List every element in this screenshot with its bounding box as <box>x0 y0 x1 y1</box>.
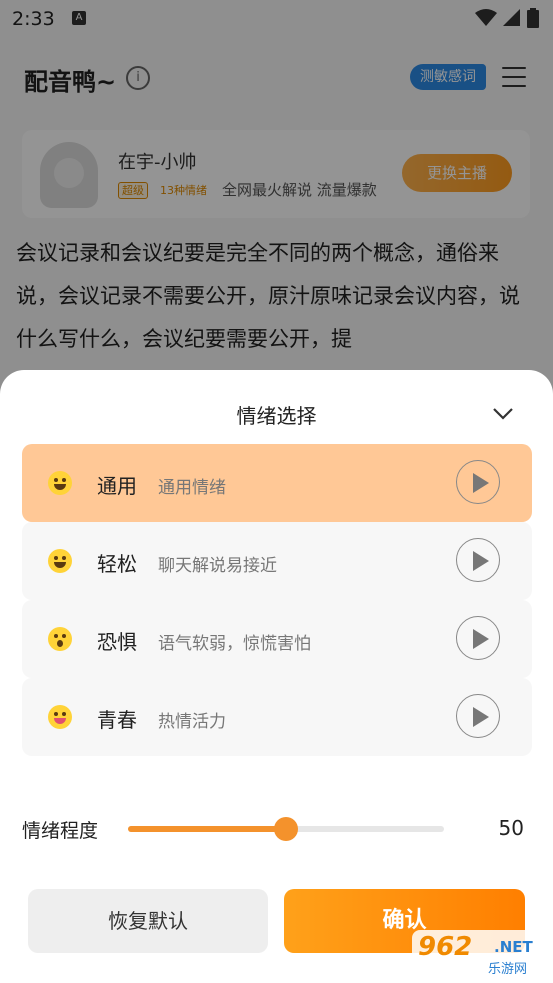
emotion-name: 轻松 <box>97 552 137 576</box>
watermark-sub: 乐游网 <box>488 962 528 977</box>
wink-tongue-face-icon <box>48 705 72 729</box>
emotion-name: 通用 <box>97 474 137 498</box>
emotion-item-youth[interactable]: 青春 热情活力 <box>22 678 532 756</box>
watermark-net: .NET <box>494 938 533 956</box>
emotion-desc: 语气软弱，惊慌害怕 <box>158 634 311 654</box>
sheet-title: 情绪选择 <box>236 404 317 428</box>
play-icon[interactable] <box>456 538 500 582</box>
emotion-sheet: 情绪选择 通用 通用情绪 轻松 聊天解说易接近 恐惧 语气软弱，惊慌害怕 青春 … <box>0 370 553 983</box>
laughing-face-icon <box>48 549 72 573</box>
emotion-item-fear[interactable]: 恐惧 语气软弱，惊慌害怕 <box>22 600 532 678</box>
play-icon[interactable] <box>456 460 500 504</box>
emotion-desc: 热情活力 <box>158 712 226 732</box>
slider-fill <box>128 826 286 832</box>
watermark-logo: 962 .NET 乐游网 <box>412 930 548 978</box>
emotion-level-row: 情绪程度 50 <box>22 810 532 850</box>
grin-face-icon <box>48 471 72 495</box>
emotion-name: 恐惧 <box>97 630 137 654</box>
watermark-number: 962 <box>418 932 473 962</box>
emotion-desc: 聊天解说易接近 <box>158 556 277 576</box>
emotion-item-relaxed[interactable]: 轻松 聊天解说易接近 <box>22 522 532 600</box>
slider-thumb[interactable] <box>274 817 298 841</box>
chevron-down-icon[interactable] <box>490 400 516 426</box>
level-slider[interactable] <box>128 817 444 841</box>
play-icon[interactable] <box>456 694 500 738</box>
level-label: 情绪程度 <box>22 820 99 842</box>
emotion-item-general[interactable]: 通用 通用情绪 <box>22 444 532 522</box>
app-screen: 2:33 A 配音鸭~ i 测敏感词 在宇-小帅 超级 13种情绪 全网最火解说… <box>0 0 553 983</box>
emotion-name: 青春 <box>97 708 137 732</box>
reset-button[interactable]: 恢复默认 <box>28 889 268 953</box>
level-value: 50 <box>498 816 524 840</box>
play-icon[interactable] <box>456 616 500 660</box>
scared-face-icon <box>48 627 72 651</box>
emotion-list: 通用 通用情绪 轻松 聊天解说易接近 恐惧 语气软弱，惊慌害怕 青春 热情活力 <box>22 444 532 772</box>
emotion-desc: 通用情绪 <box>158 478 226 498</box>
